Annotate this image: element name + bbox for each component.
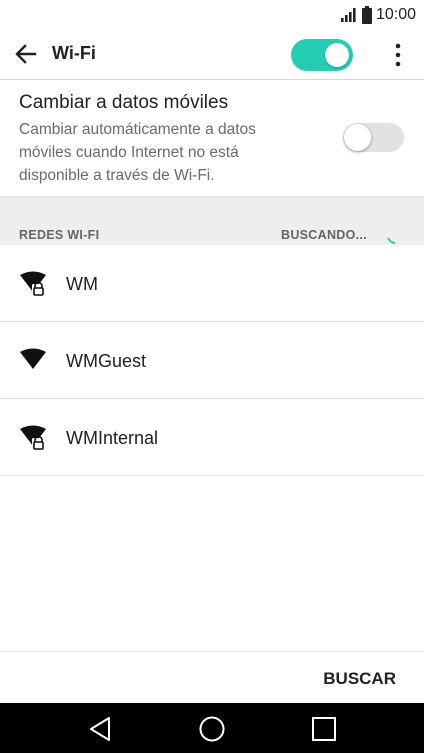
network-name: WMGuest bbox=[66, 351, 147, 371]
nav-back-button[interactable] bbox=[84, 713, 116, 745]
wifi-network-item[interactable]: WMGuest bbox=[0, 322, 424, 399]
back-triangle-icon bbox=[90, 717, 110, 741]
networks-section-header: REDES WI-FI BUSCANDO... bbox=[0, 197, 424, 245]
signal-icon bbox=[340, 8, 356, 22]
more-options-button[interactable] bbox=[384, 39, 412, 71]
bottom-action-bar: BUSCAR bbox=[0, 651, 424, 704]
back-button[interactable] bbox=[10, 38, 42, 70]
scan-button[interactable]: BUSCAR bbox=[323, 669, 396, 689]
toggle-knob bbox=[344, 124, 371, 151]
battery-icon bbox=[361, 6, 372, 24]
more-vertical-icon bbox=[395, 43, 401, 67]
nav-home-button[interactable] bbox=[196, 713, 228, 745]
network-name: WM bbox=[66, 274, 98, 294]
page-title: Wi-Fi bbox=[52, 43, 96, 63]
wifi-lock-icon bbox=[20, 271, 46, 296]
arrow-left-icon bbox=[15, 44, 37, 64]
wifi-toggle[interactable] bbox=[291, 39, 353, 71]
mobile-data-setting[interactable]: Cambiar a datos móviles Cambiar automáti… bbox=[0, 80, 424, 197]
clock: 10:00 bbox=[375, 6, 416, 23]
navigation-bar bbox=[0, 703, 424, 753]
app-bar: Wi-Fi bbox=[0, 30, 424, 80]
wifi-icon bbox=[20, 348, 46, 369]
setting-description: Cambiar automáticamente a datos móviles … bbox=[19, 121, 256, 184]
wifi-network-list: WM WMGuest WMInternal bbox=[0, 245, 424, 476]
scan-status: BUSCANDO... bbox=[281, 228, 367, 242]
home-circle-icon bbox=[199, 716, 225, 742]
status-bar: 10:00 bbox=[0, 0, 424, 30]
wifi-network-item[interactable]: WMInternal bbox=[0, 399, 424, 476]
wifi-network-item[interactable]: WM bbox=[0, 245, 424, 322]
wifi-lock-icon bbox=[20, 425, 46, 450]
nav-recents-button[interactable] bbox=[308, 713, 340, 745]
network-name: WMInternal bbox=[66, 428, 159, 448]
mobile-data-toggle[interactable] bbox=[343, 123, 404, 152]
loading-spinner-icon bbox=[387, 235, 403, 244]
recents-square-icon bbox=[312, 717, 336, 741]
section-label: REDES WI-FI bbox=[19, 228, 100, 242]
setting-title: Cambiar a datos móviles bbox=[19, 92, 229, 113]
toggle-knob bbox=[325, 43, 349, 67]
